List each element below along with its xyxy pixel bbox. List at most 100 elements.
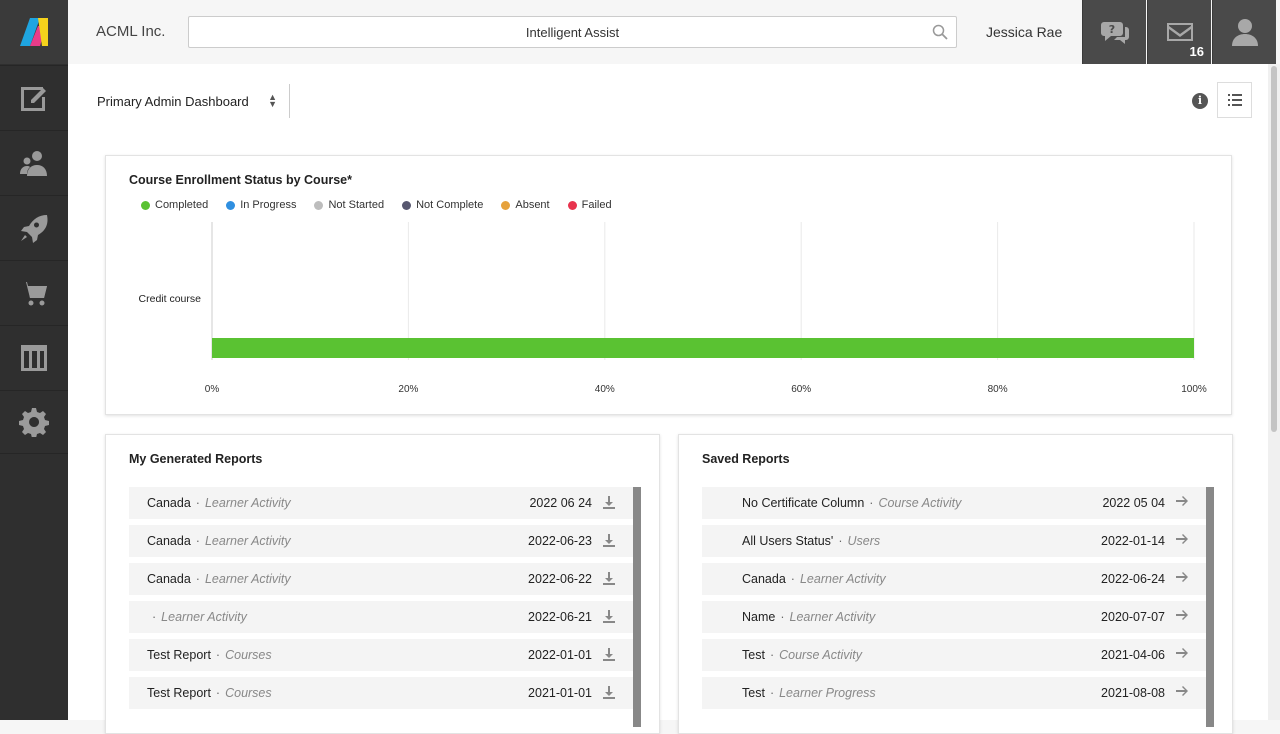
report-row[interactable]: Test Report · Courses 2022-01-01 (129, 639, 634, 671)
rocket-icon (21, 214, 48, 243)
intelligent-assist-search[interactable]: Intelligent Assist (188, 16, 957, 48)
user-name[interactable]: Jessica Rae (986, 24, 1062, 40)
separator-dot: · (769, 686, 775, 700)
messages-button[interactable]: 16 (1147, 0, 1211, 64)
gear-icon (19, 408, 49, 437)
sidebar-item-users[interactable] (0, 130, 68, 194)
columns-icon (21, 344, 47, 371)
arrow-right-icon[interactable] (1175, 685, 1189, 699)
report-date: 2020-07-07 (1101, 610, 1165, 624)
report-date: 2021-08-08 (1101, 686, 1165, 700)
saved-list-scrollbar[interactable] (1206, 487, 1214, 727)
select-arrows-icon: ▲ ▼ (268, 92, 277, 109)
report-type: Learner Progress (779, 686, 876, 700)
arrow-right-icon[interactable] (1175, 533, 1189, 547)
report-row[interactable]: All Users Status' · Users 2022-01-14 (702, 525, 1207, 557)
download-icon[interactable] (602, 647, 616, 661)
report-type: Learner Activity (789, 610, 876, 624)
report-name: No Certificate Column (742, 496, 865, 510)
report-type: Learner Activity (799, 572, 886, 586)
company-name: ACML Inc. (96, 23, 166, 40)
page-scrollbar[interactable] (1268, 64, 1280, 720)
report-row[interactable]: Test · Course Activity 2021-04-06 (702, 639, 1207, 671)
report-type: Learner Activity (204, 572, 291, 586)
report-type: Course Activity (779, 648, 863, 662)
saved-reports-list: No Certificate Column · Course Activity 202… (702, 487, 1207, 727)
report-row[interactable]: Canada · Learner Activity 2022 06 24 (129, 487, 634, 519)
report-name: Canada (147, 496, 191, 510)
download-icon[interactable] (602, 571, 616, 585)
report-name: Test Report (147, 648, 211, 662)
report-row[interactable]: Test Report · Courses 2021-01-01 (129, 677, 634, 709)
help-chat-button[interactable]: ? (1082, 0, 1146, 64)
saved-reports-card: Saved Reports No Certificate Column · Cour… (678, 434, 1233, 734)
separator-dot: · (869, 496, 874, 510)
top-bar: ACML Inc. Intelligent Assist Jessica Rae… (68, 0, 1280, 64)
report-name: Name (742, 610, 776, 624)
report-name: Canada (147, 572, 191, 586)
generated-reports-card: My Generated Reports Canada · Learner Acti… (105, 434, 660, 734)
sidebar-item-content[interactable] (0, 65, 68, 129)
report-type: Learner Activity (204, 534, 291, 548)
report-row[interactable]: No Certificate Column · Course Activity 202… (702, 487, 1207, 519)
sidebar-item-store[interactable] (0, 260, 68, 324)
search-label: Intelligent Assist (525, 24, 620, 40)
report-date: 2022 06 24 (529, 496, 592, 510)
report-type: Learner Activity (161, 610, 247, 624)
separator-dot: · (215, 686, 221, 700)
x-tick-label: 0% (205, 384, 220, 395)
report-date: 2022 05 04 (1102, 496, 1165, 510)
y-category-label: Credit course (139, 293, 202, 305)
report-row[interactable]: Canada · Learner Activity 2022-06-24 (702, 563, 1207, 595)
generated-reports-list: Canada · Learner Activity 2022 06 24 Canada ·… (129, 487, 634, 727)
generated-list-scrollbar[interactable] (633, 487, 641, 727)
saved-reports-title: Saved Reports (702, 452, 790, 466)
search-icon[interactable] (932, 24, 948, 40)
enrollment-chart-card: Course Enrollment Status by Course* Comp… (105, 155, 1232, 415)
arrow-right-icon[interactable] (1175, 609, 1189, 623)
report-type: Learner Activity (204, 496, 291, 510)
list-icon (1227, 94, 1242, 106)
report-row[interactable]: Name · Learner Activity 2020-07-07 (702, 601, 1207, 633)
separator-dot: · (195, 534, 200, 548)
edit-board-icon (21, 86, 46, 111)
list-view-button[interactable] (1217, 82, 1252, 118)
separator-dot: · (790, 572, 795, 586)
sidebar-item-layout[interactable] (0, 325, 68, 389)
report-row[interactable]: Test · Learner Progress 2021-08-08 (702, 677, 1207, 709)
cart-icon (21, 281, 47, 305)
arrow-right-icon[interactable] (1175, 571, 1189, 585)
info-icon[interactable]: i (1192, 93, 1208, 109)
page-scroll-thumb[interactable] (1271, 66, 1277, 432)
sidebar-item-settings[interactable] (0, 390, 68, 454)
report-date: 2022-01-01 (528, 648, 592, 662)
dashboard-select[interactable]: Primary Admin Dashboard ▲ ▼ (88, 84, 290, 118)
download-icon[interactable] (602, 495, 616, 509)
arrow-right-icon[interactable] (1175, 495, 1189, 509)
sidebar-item-launch[interactable] (0, 195, 68, 259)
report-type: Courses (225, 686, 272, 700)
report-date: 2022-06-23 (528, 534, 592, 548)
user-icon (1231, 19, 1258, 46)
main-content: Primary Admin Dashboard ▲ ▼ i Course Enro… (68, 64, 1268, 734)
bar-completed[interactable] (212, 338, 1194, 358)
report-type: Users (847, 534, 881, 548)
separator-dot: · (838, 534, 843, 548)
report-row[interactable]: Canada · Learner Activity 2022-06-23 (129, 525, 634, 557)
separator-dot: · (769, 648, 775, 662)
users-icon (20, 150, 47, 176)
download-icon[interactable] (602, 609, 616, 623)
profile-button[interactable] (1212, 0, 1276, 64)
download-icon[interactable] (602, 533, 616, 547)
report-row[interactable]: · Learner Activity 2022-06-21 (129, 601, 634, 633)
arrow-right-icon[interactable] (1175, 647, 1189, 661)
app-logo[interactable] (0, 0, 68, 64)
report-name: Canada (742, 572, 786, 586)
logo-icon (20, 18, 48, 46)
report-date: 2022-01-14 (1101, 534, 1165, 548)
download-icon[interactable] (602, 685, 616, 699)
x-tick-label: 20% (398, 384, 418, 395)
report-name: All Users Status' (742, 534, 834, 548)
separator-dot: · (780, 610, 785, 624)
report-row[interactable]: Canada · Learner Activity 2022-06-22 (129, 563, 634, 595)
